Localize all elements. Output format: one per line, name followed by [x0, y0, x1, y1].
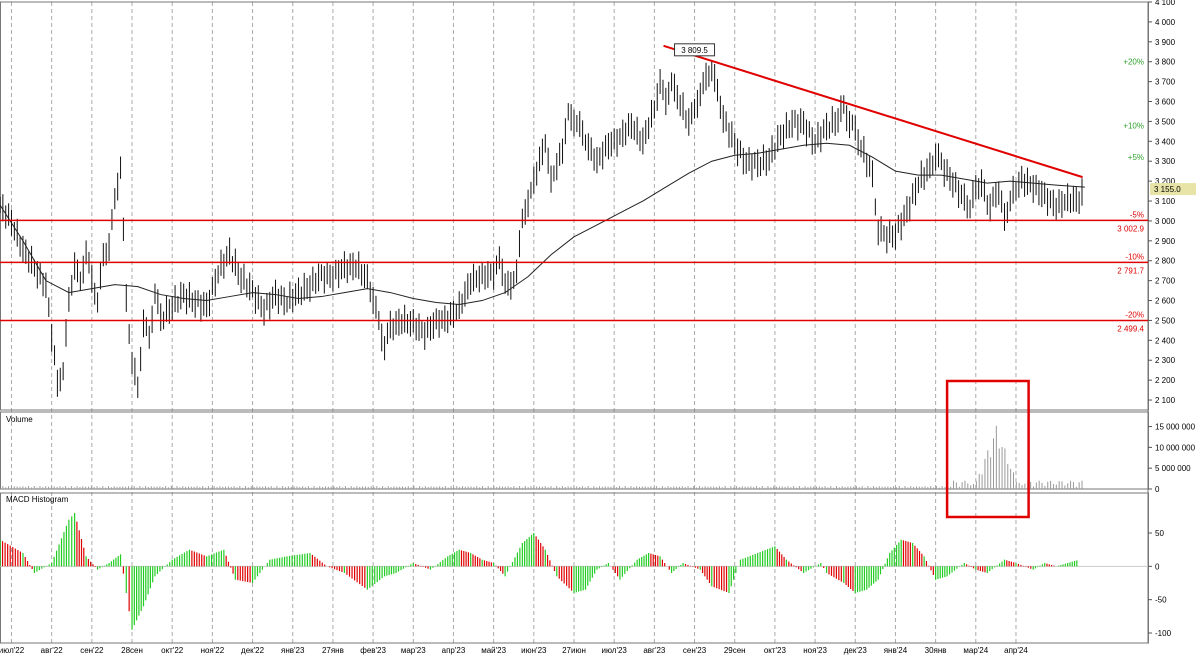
price-y-tick-label: 3 500 [1155, 117, 1176, 126]
x-tick-label: апр'23 [442, 646, 466, 655]
last-price-label: 3 155.0 [1154, 185, 1181, 194]
price-y-tick-label: 3 900 [1155, 38, 1176, 47]
x-tick-label: май'23 [481, 646, 506, 655]
x-tick-label: янв'23 [281, 646, 305, 655]
price-y-tick-label: 2 600 [1155, 297, 1176, 306]
price-y-tick-label: 3 700 [1155, 78, 1176, 87]
upper-pct-label: +20% [1123, 58, 1144, 67]
x-tick-label: ноя'22 [201, 646, 225, 655]
price-y-tick-label: 4 100 [1155, 0, 1176, 7]
support-value-label: 2 791.7 [1117, 266, 1144, 275]
macd-y-tick-label: 0 [1155, 562, 1160, 571]
chart-svg: 2 100 2 200 2 300 2 400 2 500 2 600 2 700 2 800… [0, 0, 1200, 655]
x-tick-label: июл'22 [0, 646, 25, 655]
price-y-tick-label: 2 700 [1155, 277, 1176, 286]
x-tick-label: ноя'23 [803, 646, 827, 655]
support-value-label: 3 002.9 [1117, 224, 1144, 233]
volume-title: Volume [6, 415, 33, 424]
x-tick-label: окт'23 [764, 646, 787, 655]
price-y-tick-label: 3 300 [1155, 157, 1176, 166]
support-pct-label: -20% [1125, 311, 1144, 320]
x-tick-label: сен'23 [683, 646, 707, 655]
x-tick-label: фев'23 [360, 646, 386, 655]
x-tick-label: авг'23 [643, 646, 666, 655]
x-tick-label: 28сен [121, 646, 143, 655]
support-pct-label: -5% [1130, 210, 1144, 219]
support-pct-label: -10% [1125, 252, 1144, 261]
macd-y-tick-label: -100 [1155, 629, 1172, 638]
volume-y-tick-label: 10 000 000 [1155, 443, 1196, 452]
price-y-tick-label: 2 400 [1155, 336, 1176, 345]
x-tick-label: авг'22 [41, 646, 64, 655]
volume-y-tick-label: 5 000 000 [1155, 464, 1191, 473]
price-y-tick-label: 3 400 [1155, 137, 1176, 146]
x-tick-label: сен'22 [80, 646, 104, 655]
volume-y-tick-label: 15 000 000 [1155, 423, 1196, 432]
price-y-tick-label: 3 800 [1155, 58, 1176, 67]
price-y-tick-label: 3 000 [1155, 217, 1176, 226]
x-tick-label: 27янв [322, 646, 344, 655]
x-tick-label: 29сен [724, 646, 746, 655]
price-y-tick-label: 2 300 [1155, 356, 1176, 365]
x-tick-label: окт'22 [161, 646, 184, 655]
price-y-tick-label: 2 200 [1155, 376, 1176, 385]
peak-label: 3 809.5 [681, 46, 708, 55]
price-y-tick-label: 2 900 [1155, 237, 1176, 246]
price-y-tick-label: 3 600 [1155, 98, 1176, 107]
price-y-tick-label: 2 800 [1155, 257, 1176, 266]
upper-pct-label: +10% [1123, 121, 1144, 130]
x-tick-label: дек'22 [241, 646, 265, 655]
support-value-label: 2 499.4 [1117, 325, 1144, 334]
x-tick-label: мар'24 [963, 646, 988, 655]
x-tick-label: июн'23 [521, 646, 547, 655]
x-tick-label: июл'23 [601, 646, 627, 655]
x-tick-label: дек'23 [844, 646, 868, 655]
macd-title: MACD Histogram [6, 495, 69, 504]
price-y-tick-label: 3 100 [1155, 197, 1176, 206]
upper-pct-label: +5% [1128, 153, 1144, 162]
macd-y-tick-label: -50 [1155, 596, 1167, 605]
x-tick-label: апр'24 [1004, 646, 1028, 655]
price-y-tick-label: 2 100 [1155, 396, 1176, 405]
macd-y-tick-label: 50 [1155, 529, 1164, 538]
volume-y-tick-label: 0 [1155, 485, 1160, 494]
x-tick-label: 30янв [925, 646, 947, 655]
price-y-tick-label: 4 000 [1155, 18, 1176, 27]
chart-root: 2 100 2 200 2 300 2 400 2 500 2 600 2 700 2 800… [0, 0, 1200, 655]
x-tick-label: 27июн [562, 646, 586, 655]
x-tick-label: янв'24 [884, 646, 908, 655]
price-y-tick-label: 2 500 [1155, 316, 1176, 325]
x-tick-label: мар'23 [401, 646, 426, 655]
